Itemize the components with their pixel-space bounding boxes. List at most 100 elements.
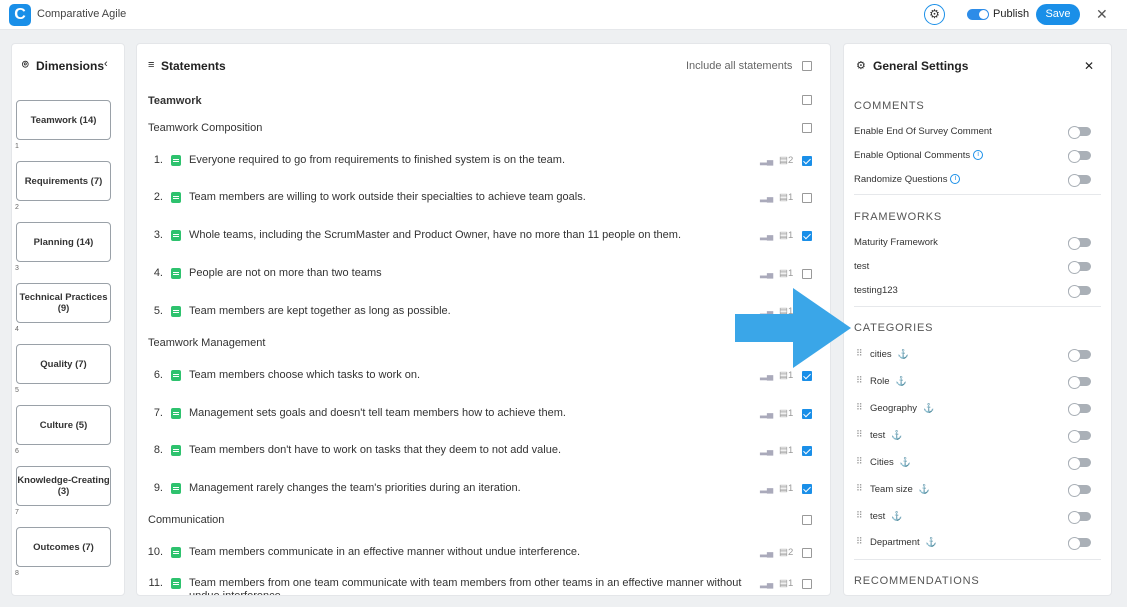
drag-handle-icon[interactable]: ⠿ <box>856 348 863 359</box>
dimension-number: 3 <box>15 265 19 272</box>
statement-text: Whole teams, including the ScrumMaster a… <box>189 229 682 241</box>
close-icon[interactable]: ✕ <box>1096 6 1108 23</box>
comment-setting-toggle[interactable] <box>1068 126 1091 139</box>
statement-checkbox[interactable] <box>802 579 812 589</box>
category-label: Department ⚓ <box>870 537 937 548</box>
statement-type-icon <box>171 445 181 456</box>
drag-handle-icon[interactable]: ⠿ <box>856 429 863 440</box>
comment-count: ▤1 <box>779 578 794 589</box>
publish-toggle[interactable] <box>967 9 989 20</box>
anchor-icon[interactable]: ⚓ <box>923 403 934 413</box>
anchor-icon[interactable]: ⚓ <box>900 457 911 467</box>
statement-text: Team members are willing to work outside… <box>189 191 586 203</box>
drag-handle-icon[interactable]: ⠿ <box>856 483 863 494</box>
info-icon[interactable]: i <box>973 150 984 161</box>
statement-checkbox[interactable] <box>802 548 812 558</box>
dimension-number: 6 <box>15 448 19 455</box>
anchor-icon[interactable]: ⚓ <box>919 484 930 494</box>
dimension-card[interactable]: Knowledge-Creating (3) <box>16 466 111 506</box>
dimension-card[interactable]: Quality (7) <box>16 344 111 384</box>
category-toggle[interactable] <box>1068 484 1091 497</box>
dimension-number: 4 <box>15 326 19 333</box>
gear-icon[interactable]: ⚙ <box>924 4 945 25</box>
statement-checkbox[interactable] <box>802 371 812 381</box>
drag-handle-icon[interactable]: ⠿ <box>856 402 863 413</box>
framework-label: Maturity Framework <box>854 237 938 248</box>
group-checkbox[interactable] <box>802 123 812 133</box>
anchor-icon[interactable]: ⚓ <box>891 430 902 440</box>
divider <box>854 194 1101 195</box>
statement-text: Team members communicate in an effective… <box>189 546 581 558</box>
dimension-card[interactable]: Technical Practices (9) <box>16 283 111 323</box>
framework-toggle[interactable] <box>1068 261 1091 274</box>
drag-handle-icon[interactable]: ⠿ <box>856 456 863 467</box>
framework-toggle[interactable] <box>1068 237 1091 250</box>
info-icon[interactable]: i <box>950 174 961 185</box>
group-checkbox[interactable] <box>802 515 812 525</box>
close-icon[interactable]: ✕ <box>1084 59 1094 73</box>
dimension-card[interactable]: Outcomes (7) <box>16 527 111 567</box>
framework-label: test <box>854 261 870 272</box>
publish-label: Publish <box>993 8 1030 20</box>
category-toggle[interactable] <box>1068 403 1091 416</box>
statement-checkbox[interactable] <box>802 446 812 456</box>
category-toggle[interactable] <box>1068 511 1091 524</box>
statement-checkbox[interactable] <box>802 156 812 166</box>
include-all-checkbox[interactable] <box>802 61 812 71</box>
comment-count: ▤1 <box>779 268 794 279</box>
anchor-icon[interactable]: ⚓ <box>891 511 902 521</box>
bar-chart-icon[interactable]: ▂▄ <box>760 547 773 558</box>
dimensions-icon: ⌾ <box>22 59 29 71</box>
bar-chart-icon[interactable]: ▂▄ <box>760 483 773 494</box>
drag-handle-icon[interactable]: ⠿ <box>856 510 863 521</box>
dimension-number: 5 <box>15 387 19 394</box>
dimension-card[interactable]: Planning (14) <box>16 222 111 262</box>
bar-chart-icon[interactable]: ▂▄ <box>760 230 773 241</box>
statement-checkbox[interactable] <box>802 193 812 203</box>
bar-chart-icon[interactable]: ▂▄ <box>760 370 773 381</box>
section-checkbox[interactable] <box>802 95 812 105</box>
bar-chart-icon[interactable]: ▂▄ <box>760 155 773 166</box>
framework-label: testing123 <box>854 285 898 296</box>
category-toggle[interactable] <box>1068 349 1091 362</box>
statement-checkbox[interactable] <box>802 484 812 494</box>
category-toggle[interactable] <box>1068 537 1091 550</box>
statement-number: 9. <box>153 482 163 494</box>
framework-toggle[interactable] <box>1068 285 1091 298</box>
collapse-icon[interactable]: ‹ <box>104 58 108 70</box>
bar-chart-icon[interactable]: ▂▄ <box>760 408 773 419</box>
statement-checkbox[interactable] <box>802 409 812 419</box>
statements-title: Statements <box>161 59 226 73</box>
bar-chart-icon[interactable]: ▂▄ <box>760 445 773 456</box>
anchor-icon[interactable]: ⚓ <box>926 537 937 547</box>
save-button[interactable]: Save <box>1036 4 1080 25</box>
statement-type-icon <box>171 370 181 381</box>
statement-number: 3. <box>153 229 163 241</box>
statement-type-icon <box>171 155 181 166</box>
comment-count: ▤1 <box>779 230 794 241</box>
statement-checkbox[interactable] <box>802 269 812 279</box>
drag-handle-icon[interactable]: ⠿ <box>856 536 863 547</box>
anchor-icon[interactable]: ⚓ <box>896 376 907 386</box>
comment-setting-toggle[interactable] <box>1068 150 1091 163</box>
statement-number: 4. <box>153 267 163 279</box>
category-toggle[interactable] <box>1068 430 1091 443</box>
category-label: Role ⚓ <box>870 376 907 387</box>
statement-text: People are not on more than two teams <box>189 267 382 279</box>
comment-setting-toggle[interactable] <box>1068 174 1091 187</box>
drag-handle-icon[interactable]: ⠿ <box>856 375 863 386</box>
comment-count: ▤1 <box>779 483 794 494</box>
statement-text: Management sets goals and doesn't tell t… <box>189 407 566 419</box>
app-logo: C <box>9 4 31 26</box>
bar-chart-icon[interactable]: ▂▄ <box>760 268 773 279</box>
statement-checkbox[interactable] <box>802 231 812 241</box>
dimension-card[interactable]: Teamwork (14) <box>16 100 111 140</box>
bar-chart-icon[interactable]: ▂▄ <box>760 578 773 589</box>
bar-chart-icon[interactable]: ▂▄ <box>760 192 773 203</box>
category-toggle[interactable] <box>1068 457 1091 470</box>
comment-count: ▤1 <box>779 370 794 381</box>
dimension-card[interactable]: Culture (5) <box>16 405 111 445</box>
dimension-card[interactable]: Requirements (7) <box>16 161 111 201</box>
category-toggle[interactable] <box>1068 376 1091 389</box>
anchor-icon[interactable]: ⚓ <box>898 349 909 359</box>
